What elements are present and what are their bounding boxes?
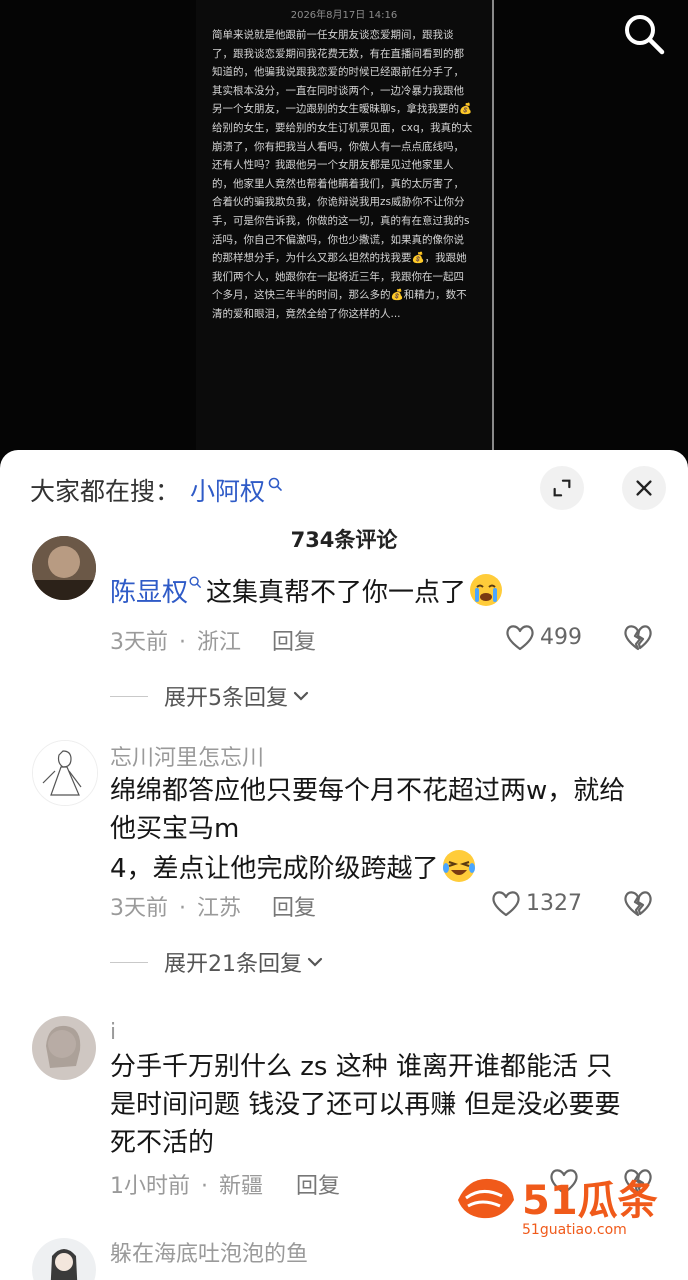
- search-button[interactable]: [620, 10, 668, 58]
- comment-meta: 3天前 · 浙江: [110, 624, 241, 656]
- reply-button[interactable]: 回复: [272, 890, 316, 922]
- like-button[interactable]: 499: [504, 622, 582, 652]
- expand-replies-label: 展开5条回复: [164, 686, 288, 711]
- like-button[interactable]: 1327: [490, 888, 582, 918]
- small-search-icon: [189, 576, 201, 588]
- video-area[interactable]: 2026年8月17日 14:16 简单来说就是他跟前一任女朋友谈恋爱期间，跟我谈…: [0, 0, 688, 470]
- chevron-down-icon: [293, 691, 309, 701]
- expand-replies-label: 展开21条回复: [164, 952, 302, 977]
- comment-text: 陈显权 这集真帮不了你一点了: [110, 572, 662, 612]
- expand-sheet-button[interactable]: [540, 466, 584, 510]
- search-icon: [625, 15, 665, 55]
- expand-replies-button[interactable]: 展开5条回复: [110, 680, 310, 712]
- watermark-text: 51瓜条: [522, 1178, 658, 1224]
- reply-button[interactable]: 回复: [272, 624, 316, 656]
- comment-line: 分手千万别什么 zs 这种 谁离开谁都能活 只: [110, 1052, 613, 1082]
- like-count: 499: [540, 624, 582, 650]
- mention-link[interactable]: 陈显权: [110, 578, 188, 608]
- comment-line: 绵绵都答应他只要每个月不花超过两w，就给: [110, 776, 626, 806]
- broken-heart-icon[interactable]: [622, 622, 654, 652]
- avatar[interactable]: [32, 1016, 96, 1080]
- comment-location: 江苏: [197, 896, 242, 921]
- comment-username[interactable]: 忘川河里怎忘川: [110, 740, 264, 772]
- avatar[interactable]: [32, 536, 96, 600]
- heart-icon: [506, 625, 534, 651]
- avatar[interactable]: [32, 1238, 96, 1280]
- chevron-down-icon: [307, 957, 323, 967]
- comment-count: 734条评论: [290, 528, 398, 552]
- comment-location: 新疆: [219, 1174, 264, 1199]
- watermark-url: 51guatiao.com: [522, 1222, 627, 1238]
- trending-search-keyword[interactable]: 小阿权: [190, 472, 265, 508]
- comment-sheet: 大家都在搜： 小阿权 734条评论 陈显权 这集真帮不了你一点了 3天前 · 浙…: [0, 450, 688, 1280]
- comment-line: 是时间问题 钱没了还可以再赚 但是没必要要: [110, 1090, 621, 1120]
- small-search-icon: [268, 477, 282, 491]
- post-screenshot: 2026年8月17日 14:16 简单来说就是他跟前一任女朋友谈恋爱期间，跟我谈…: [196, 0, 494, 450]
- post-text: 简单来说就是他跟前一任女朋友谈恋爱期间，跟我谈了，跟我谈恋爱期间我花费无数，有在…: [212, 29, 473, 320]
- avatar-image: [32, 536, 96, 600]
- comment-time: 1小时前: [110, 1174, 190, 1199]
- comment-meta: 3天前 · 江苏: [110, 890, 241, 922]
- comment-meta: 1小时前 · 新疆: [110, 1168, 263, 1200]
- watermark-logo: 51瓜条 51guatiao.com: [458, 1178, 658, 1238]
- reply-button[interactable]: 回复: [296, 1168, 340, 1200]
- comment-text: 分手千万别什么 zs 这种 谁离开谁都能活 只 是时间问题 钱没了还可以再赚 但…: [110, 1048, 662, 1162]
- meta-separator: ·: [201, 1174, 208, 1199]
- trending-search[interactable]: 大家都在搜： 小阿权: [30, 472, 283, 508]
- comment-username[interactable]: i: [110, 1020, 116, 1045]
- trending-search-prefix: 大家都在搜：: [30, 477, 181, 506]
- avatar-image: [32, 1238, 96, 1280]
- avatar-image: [32, 1016, 96, 1080]
- comment-time: 3天前: [110, 630, 168, 655]
- divider: [110, 961, 148, 963]
- close-icon: [636, 480, 652, 496]
- laughing-crying-emoji-icon: [442, 850, 475, 882]
- expand-replies-button[interactable]: 展开21条回复: [110, 946, 324, 978]
- like-count: 1327: [526, 890, 582, 916]
- comment-line: 他买宝马m: [110, 814, 240, 844]
- crying-emoji-icon: [470, 574, 503, 606]
- comment-body: 这集真帮不了你一点了: [206, 578, 467, 608]
- comment-line-text: 4，差点让他完成阶级跨越了: [110, 854, 439, 884]
- meta-separator: ·: [179, 896, 186, 921]
- comment-username[interactable]: 躲在海底吐泡泡的鱼: [110, 1236, 308, 1268]
- meta-separator: ·: [179, 630, 186, 655]
- expand-icon: [553, 479, 571, 497]
- comment-location: 浙江: [197, 630, 242, 655]
- broken-heart-icon[interactable]: [622, 888, 654, 918]
- comment-text: 绵绵都答应他只要每个月不花超过两w，就给 他买宝马m 4，差点让他完成阶级跨越了: [110, 772, 662, 888]
- comment-time: 3天前: [110, 896, 168, 921]
- comment-line: 死不活的: [110, 1128, 215, 1158]
- comment-item: 忘川河里怎忘川 绵绵都答应他只要每个月不花超过两w，就给 他买宝马m 4，差点让…: [0, 740, 688, 990]
- divider: [110, 695, 148, 697]
- comment-item: 陈显权 这集真帮不了你一点了 3天前 · 浙江 回复 499 展开5条回复: [0, 536, 688, 736]
- avatar-image: [33, 741, 97, 805]
- close-sheet-button[interactable]: [622, 466, 666, 510]
- heart-icon: [492, 891, 520, 917]
- avatar[interactable]: [32, 740, 98, 806]
- comment-line: 4，差点让他完成阶级跨越了: [110, 848, 662, 888]
- post-date: 2026年8月17日 14:16: [290, 10, 398, 21]
